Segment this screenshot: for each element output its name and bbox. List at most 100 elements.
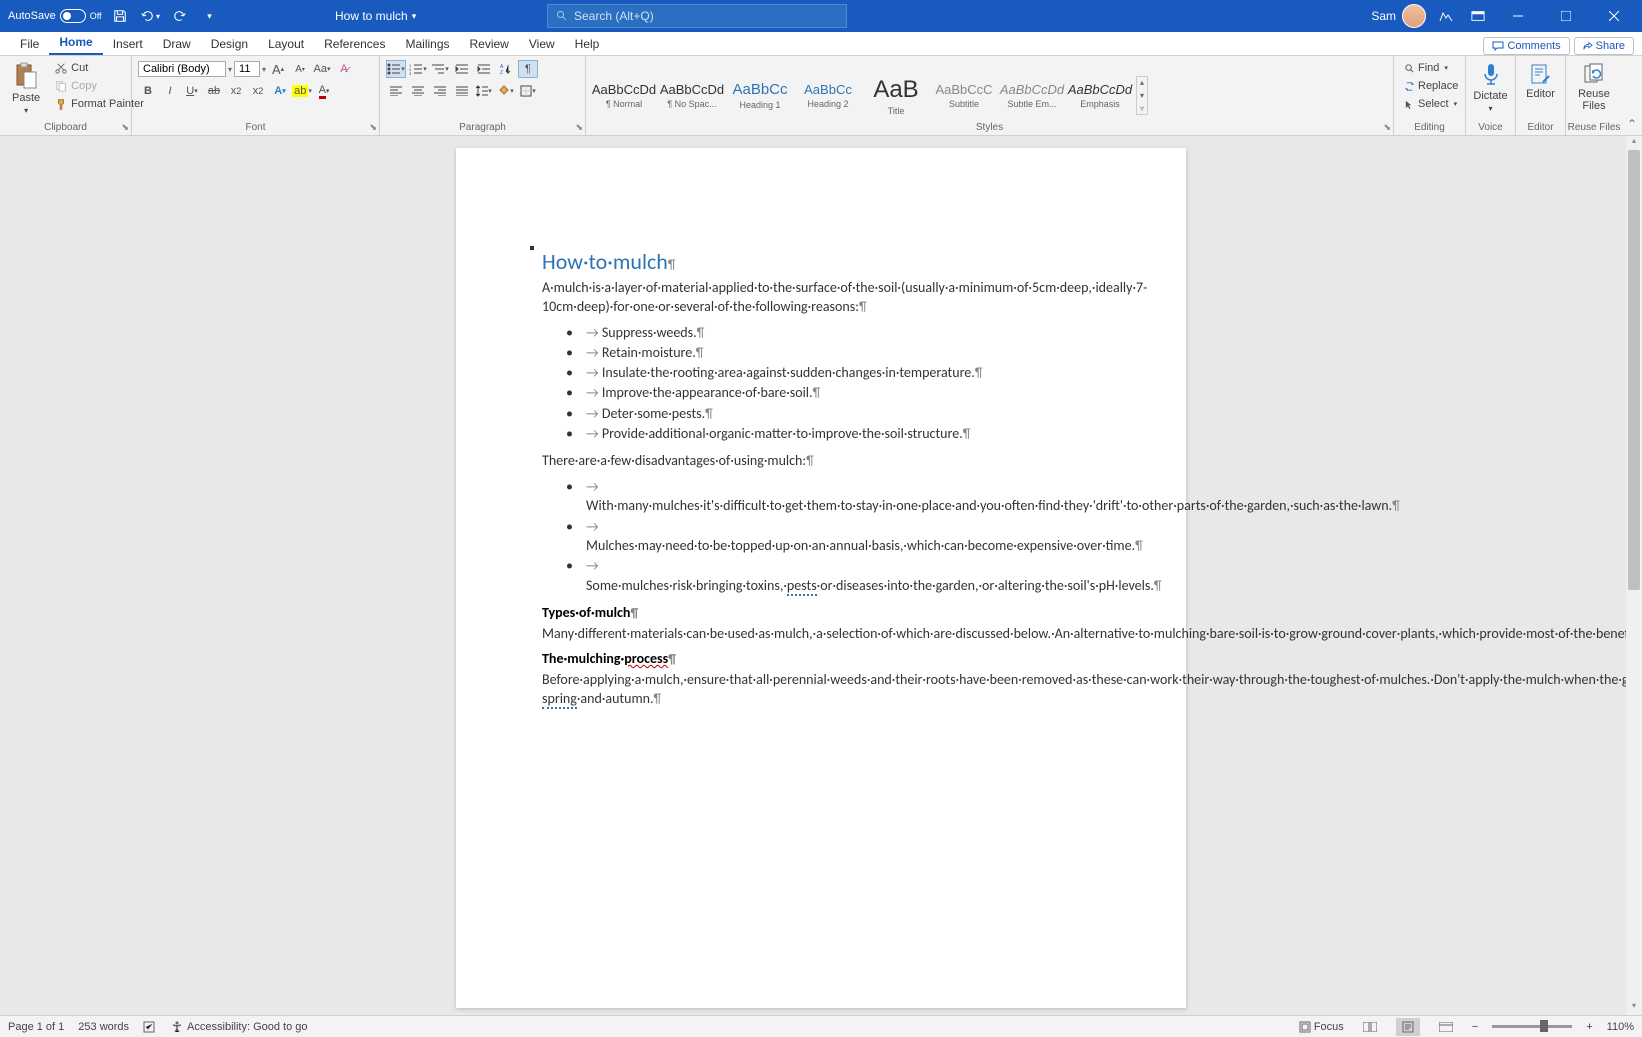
justify-button[interactable] bbox=[452, 82, 472, 100]
find-button[interactable]: Find▾ bbox=[1400, 60, 1452, 76]
list-item[interactable]: → Some·mulches·risk·bringing·toxins,·pes… bbox=[566, 556, 1100, 596]
tab-references[interactable]: References bbox=[314, 33, 395, 55]
tab-view[interactable]: View bbox=[519, 33, 565, 55]
list-item[interactable]: → Improve·the·appearance·of·bare·soil.¶ bbox=[566, 383, 1100, 403]
print-layout-button[interactable] bbox=[1396, 1018, 1420, 1036]
tab-design[interactable]: Design bbox=[201, 33, 258, 55]
style-heading1[interactable]: AaBbCcHeading 1 bbox=[728, 71, 792, 121]
tab-insert[interactable]: Insert bbox=[103, 33, 153, 55]
shrink-font-button[interactable]: A▾ bbox=[290, 60, 310, 78]
list-item[interactable]: → Deter·some·pests.¶ bbox=[566, 404, 1100, 424]
zoom-thumb[interactable] bbox=[1540, 1020, 1548, 1032]
select-button[interactable]: Select▾ bbox=[1400, 96, 1461, 112]
font-name-input[interactable] bbox=[138, 61, 226, 77]
shading-button[interactable]: ▾ bbox=[496, 82, 516, 100]
scrollbar-thumb[interactable] bbox=[1628, 150, 1640, 590]
tab-home[interactable]: Home bbox=[49, 31, 102, 55]
align-left-button[interactable] bbox=[386, 82, 406, 100]
word-count[interactable]: 253 words bbox=[78, 1021, 129, 1033]
list-item[interactable]: → With·many·mulches·it's·difficult·to·ge… bbox=[566, 477, 1100, 517]
tab-file[interactable]: File bbox=[10, 33, 49, 55]
doc-heading[interactable]: How·to·mulch¶ bbox=[542, 248, 1100, 275]
bullets-button[interactable]: ▾ bbox=[386, 60, 406, 78]
doc-paragraph[interactable]: Before·applying·a·mulch,·ensure·that·all… bbox=[542, 671, 1100, 709]
tab-help[interactable]: Help bbox=[565, 33, 610, 55]
accessibility-status[interactable]: Accessibility: Good to go bbox=[171, 1021, 307, 1033]
replace-button[interactable]: Replace bbox=[1400, 78, 1462, 94]
line-spacing-button[interactable]: ▾ bbox=[474, 82, 494, 100]
read-mode-button[interactable] bbox=[1358, 1018, 1382, 1036]
close-button[interactable] bbox=[1594, 0, 1634, 32]
styles-scroll-up[interactable]: ▴ bbox=[1137, 77, 1147, 88]
numbering-button[interactable]: 123▾ bbox=[408, 60, 428, 78]
tab-draw[interactable]: Draw bbox=[153, 33, 201, 55]
reuse-files-button[interactable]: Reuse Files bbox=[1572, 60, 1616, 114]
ribbon-display-icon[interactable] bbox=[1466, 4, 1490, 28]
font-size-input[interactable] bbox=[234, 61, 260, 77]
style-normal[interactable]: AaBbCcDd¶ Normal bbox=[592, 71, 656, 121]
dictate-button[interactable]: Dictate▾ bbox=[1472, 60, 1509, 115]
comments-button[interactable]: Comments bbox=[1483, 37, 1569, 55]
clipboard-launcher[interactable]: ⬊ bbox=[121, 122, 129, 133]
search-input[interactable]: Search (Alt+Q) bbox=[547, 4, 847, 28]
show-hide-button[interactable]: ¶ bbox=[518, 60, 538, 78]
strikethrough-button[interactable]: ab bbox=[204, 82, 224, 100]
style-emphasis[interactable]: AaBbCcDdEmphasis bbox=[1068, 71, 1132, 121]
collapse-ribbon-button[interactable]: ⌃ bbox=[1622, 56, 1642, 135]
paragraph-launcher[interactable]: ⬊ bbox=[575, 122, 583, 133]
styles-gallery[interactable]: AaBbCcDd¶ Normal AaBbCcDd¶ No Spac... Aa… bbox=[592, 60, 1387, 131]
style-title[interactable]: AaBTitle bbox=[864, 71, 928, 121]
scroll-up-icon[interactable]: ▴ bbox=[1626, 136, 1642, 150]
save-icon[interactable] bbox=[108, 4, 132, 28]
list-item[interactable]: → Retain·moisture.¶ bbox=[566, 343, 1100, 363]
align-center-button[interactable] bbox=[408, 82, 428, 100]
change-case-button[interactable]: Aa▾ bbox=[312, 60, 332, 78]
highlight-button[interactable]: ab▾ bbox=[292, 82, 312, 100]
style-nospacing[interactable]: AaBbCcDd¶ No Spac... bbox=[660, 71, 724, 121]
customize-qat-icon[interactable]: ▾ bbox=[198, 4, 222, 28]
font-color-button[interactable]: A▾ bbox=[314, 82, 334, 100]
bold-button[interactable]: B bbox=[138, 82, 158, 100]
autosave-toggle[interactable]: AutoSave Off bbox=[8, 9, 102, 23]
subscript-button[interactable]: x2 bbox=[226, 82, 246, 100]
tab-review[interactable]: Review bbox=[460, 33, 519, 55]
zoom-in-button[interactable]: + bbox=[1586, 1021, 1592, 1033]
zoom-slider[interactable] bbox=[1492, 1025, 1572, 1028]
page-indicator[interactable]: Page 1 of 1 bbox=[8, 1021, 64, 1033]
styles-launcher[interactable]: ⬊ bbox=[1383, 122, 1391, 133]
focus-mode-button[interactable]: Focus bbox=[1299, 1021, 1344, 1033]
superscript-button[interactable]: x2 bbox=[248, 82, 268, 100]
minimize-button[interactable] bbox=[1498, 0, 1538, 32]
doc-paragraph[interactable]: Many·different·materials·can·be·used·as·… bbox=[542, 625, 1100, 644]
scroll-down-icon[interactable]: ▾ bbox=[1626, 1001, 1642, 1015]
increase-indent-button[interactable] bbox=[474, 60, 494, 78]
italic-button[interactable]: I bbox=[160, 82, 180, 100]
style-subtleem[interactable]: AaBbCcDdSubtle Em... bbox=[1000, 71, 1064, 121]
share-button[interactable]: Share bbox=[1574, 37, 1634, 55]
paste-button[interactable]: Paste▾ bbox=[6, 60, 46, 117]
list-item[interactable]: → Suppress·weeds.¶ bbox=[566, 323, 1100, 343]
doc-subheading[interactable]: The·mulching·process¶ bbox=[542, 650, 1100, 667]
list-item[interactable]: → Insulate·the·rooting·area·against·sudd… bbox=[566, 363, 1100, 383]
decrease-indent-button[interactable] bbox=[452, 60, 472, 78]
maximize-button[interactable] bbox=[1546, 0, 1586, 32]
styles-scroll-down[interactable]: ▾ bbox=[1137, 90, 1147, 101]
user-account[interactable]: Sam bbox=[1371, 4, 1426, 28]
grow-font-button[interactable]: A▴ bbox=[268, 60, 288, 78]
font-name-dropdown[interactable]: ▾ bbox=[228, 65, 232, 74]
zoom-out-button[interactable]: − bbox=[1472, 1021, 1478, 1033]
tab-mailings[interactable]: Mailings bbox=[395, 33, 459, 55]
style-heading2[interactable]: AaBbCcHeading 2 bbox=[796, 71, 860, 121]
style-subtitle[interactable]: AaBbCcCSubtitle bbox=[932, 71, 996, 121]
align-right-button[interactable] bbox=[430, 82, 450, 100]
styles-expand[interactable]: ▿ bbox=[1137, 103, 1147, 114]
document-title[interactable]: How to mulch ▾ bbox=[335, 9, 416, 23]
editor-button[interactable]: Editor bbox=[1522, 60, 1559, 102]
zoom-level[interactable]: 110% bbox=[1607, 1021, 1634, 1033]
doc-bullet-list[interactable]: → Suppress·weeds.¶ → Retain·moisture.¶ →… bbox=[542, 323, 1100, 444]
web-layout-button[interactable] bbox=[1434, 1018, 1458, 1036]
undo-icon[interactable]: ▾ bbox=[138, 4, 162, 28]
doc-subheading[interactable]: Types·of·mulch¶ bbox=[542, 604, 1100, 621]
doc-paragraph[interactable]: There·are·a·few·disadvantages·of·using·m… bbox=[542, 452, 1100, 471]
clear-formatting-button[interactable]: A̷ bbox=[334, 60, 354, 78]
